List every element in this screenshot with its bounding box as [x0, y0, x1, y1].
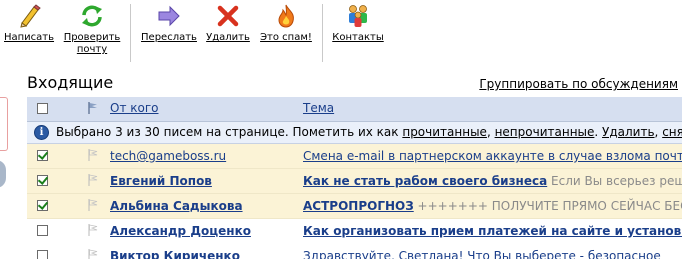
message-row[interactable]: Александр Доценко Как организовать прием…	[27, 219, 682, 244]
forward-button[interactable]: Переслать	[140, 3, 198, 44]
message-row[interactable]: Евгений Попов Как не стать рабом своего …	[27, 169, 682, 194]
message-checkbox[interactable]	[37, 175, 48, 186]
message-checkbox[interactable]	[37, 250, 48, 259]
flag-icon[interactable]	[88, 224, 98, 236]
mark-unread-link[interactable]: непрочитанные	[495, 125, 595, 139]
clear-selection-link[interactable]: снять выд	[662, 125, 682, 139]
toolbar-divider	[130, 4, 131, 62]
message-sender[interactable]: tech@gameboss.ru	[110, 149, 226, 164]
delete-x-icon	[217, 5, 239, 27]
separator-text: ,	[486, 125, 495, 139]
toolbar: Написать Проверить почту Переслать Удали…	[0, 0, 682, 64]
sort-by-subject-link[interactable]: Тема	[303, 101, 334, 116]
message-subject[interactable]: Как не стать рабом своего бизнеса Если В…	[303, 174, 682, 189]
message-sender[interactable]: Виктор Кириченко	[110, 249, 240, 259]
group-by-thread-link[interactable]: Группировать по обсуждениям	[479, 77, 678, 92]
separator-text: .	[594, 125, 603, 139]
message-row[interactable]: Альбина Садыкова АСТРОПРОГНОЗ +++++++ ПО…	[27, 194, 682, 219]
spam-button[interactable]: Это спам!	[258, 3, 314, 44]
message-subject[interactable]: АСТРОПРОГНОЗ +++++++ ПОЛУЧИТЕ ПРЯМО СЕЙЧ…	[303, 199, 682, 214]
check-mail-label: Проверить почту	[63, 32, 121, 55]
info-icon: i	[34, 125, 49, 140]
select-all-checkbox[interactable]	[37, 103, 48, 114]
page-title: Входящие	[27, 73, 114, 92]
flag-icon[interactable]	[88, 149, 98, 161]
message-subject-text[interactable]: Как не стать рабом своего бизнеса	[303, 174, 547, 188]
message-list-header: От кого Тема	[27, 97, 682, 122]
message-checkbox[interactable]	[37, 200, 48, 211]
compose-button[interactable]: Написать	[4, 3, 54, 44]
refresh-icon	[82, 5, 102, 27]
delete-selected-link[interactable]: Удалить	[602, 125, 655, 139]
spam-label: Это спам!	[260, 32, 312, 43]
selection-info-bar: i Выбрано 3 из 30 писем на странице. Пом…	[27, 122, 682, 144]
delete-label: Удалить	[206, 32, 250, 43]
flag-icon[interactable]	[88, 249, 98, 259]
message-row[interactable]: Виктор Кириченко Здравствуйте, Светлана!…	[27, 244, 682, 259]
message-checkbox[interactable]	[37, 150, 48, 161]
message-sender[interactable]: Евгений Попов	[110, 174, 212, 189]
message-sender[interactable]: Александр Доценко	[110, 224, 251, 239]
flag-icon[interactable]	[88, 174, 98, 186]
message-subject-text[interactable]: Здравствуйте, Светлана! Что Вы выберете …	[303, 249, 661, 259]
message-subject-text[interactable]: АСТРОПРОГНОЗ	[303, 199, 414, 213]
message-subject-text[interactable]: Как организовать прием платежей на сайте…	[303, 224, 682, 238]
delete-button[interactable]: Удалить	[204, 3, 252, 44]
message-subject[interactable]: Здравствуйте, Светлана! Что Вы выберете …	[303, 249, 661, 259]
compose-label: Написать	[4, 32, 55, 43]
selection-info-prefix: Выбрано 3 из 30 писем на странице. Помет…	[56, 125, 403, 139]
forward-label: Переслать	[141, 32, 197, 43]
fire-icon	[278, 4, 294, 28]
mark-read-link[interactable]: прочитанные	[402, 125, 487, 139]
pencil-icon	[20, 4, 41, 28]
contacts-people-icon	[349, 5, 367, 27]
message-checkbox[interactable]	[37, 225, 48, 236]
sort-by-from-link[interactable]: От кого	[110, 101, 159, 116]
message-subject[interactable]: Как организовать прием платежей на сайте…	[303, 224, 682, 239]
flag-icon[interactable]	[88, 199, 98, 211]
message-subject[interactable]: Смена e-mail в партнерском аккаунте в сл…	[303, 149, 682, 164]
toolbar-divider	[322, 4, 323, 62]
selection-info-text: Выбрано 3 из 30 писем на странице. Помет…	[56, 122, 682, 143]
message-subject-text[interactable]: Смена e-mail в партнерском аккаунте в сл…	[303, 149, 682, 163]
contacts-label: Контакты	[332, 32, 384, 43]
contacts-button[interactable]: Контакты	[330, 3, 386, 44]
message-preview: +++++++ ПОЛУЧИТЕ ПРЯМО СЕЙЧАС БЕС	[413, 199, 682, 213]
flag-column-icon[interactable]	[88, 102, 98, 114]
message-preview: Если Вы всерьез реши	[547, 174, 682, 188]
message-sender[interactable]: Альбина Садыкова	[110, 199, 243, 214]
message-list: От кого Тема i Выбрано 3 из 30 писем на …	[27, 97, 682, 259]
message-row[interactable]: tech@gameboss.ru Смена e-mail в партнерс…	[27, 144, 682, 169]
side-panel-scroll-handle[interactable]	[0, 160, 6, 188]
side-panel-edge	[0, 97, 8, 151]
check-mail-button[interactable]: Проверить почту	[61, 3, 123, 56]
forward-arrow-icon	[158, 5, 180, 27]
